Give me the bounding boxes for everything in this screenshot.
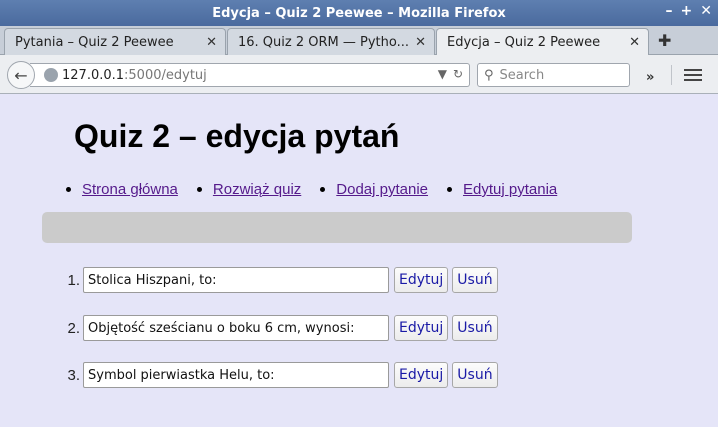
question-row: 2. Edytuj Usuń bbox=[62, 315, 498, 341]
close-tab-icon[interactable]: ✕ bbox=[415, 35, 426, 50]
minimize-icon[interactable]: – bbox=[666, 3, 673, 19]
back-arrow-icon: ← bbox=[14, 65, 28, 85]
delete-button[interactable]: Usuń bbox=[452, 315, 498, 341]
tab-label: Pytania – Quiz 2 Peewee bbox=[15, 34, 174, 50]
question-row: 1. Edytuj Usuń bbox=[62, 267, 498, 293]
nav-link-add-question[interactable]: Dodaj pytanie bbox=[336, 181, 428, 198]
question-number: 1. bbox=[67, 271, 80, 289]
page-title: Quiz 2 – edycja pytań bbox=[74, 118, 400, 154]
tab-label: Edycja – Quiz 2 Peewee bbox=[447, 35, 601, 50]
nav-link-edit-questions[interactable]: Edytuj pytania bbox=[463, 181, 557, 198]
delete-button[interactable]: Usuń bbox=[452, 267, 498, 293]
flash-message-area bbox=[42, 212, 632, 243]
overflow-chevron-icon[interactable]: » bbox=[646, 70, 654, 85]
window-title: Edycja – Quiz 2 Peewee – Mozilla Firefox bbox=[212, 5, 506, 21]
tab-orm-docs[interactable]: 16. Quiz 2 ORM — Pytho... ✕ bbox=[227, 28, 435, 55]
maximize-icon[interactable]: + bbox=[681, 3, 693, 19]
tab-pytania[interactable]: Pytania – Quiz 2 Peewee ✕ bbox=[4, 28, 226, 55]
bullet-icon bbox=[320, 187, 326, 192]
close-tab-icon[interactable]: ✕ bbox=[206, 35, 217, 50]
edit-button[interactable]: Edytuj bbox=[394, 362, 449, 388]
close-window-icon[interactable]: ✕ bbox=[700, 3, 712, 19]
edit-button[interactable]: Edytuj bbox=[394, 315, 449, 341]
nav-link-home[interactable]: Strona główna bbox=[82, 181, 178, 198]
bullet-icon bbox=[196, 187, 202, 192]
new-tab-icon[interactable]: ✚ bbox=[658, 31, 671, 50]
question-text-input[interactable] bbox=[83, 315, 389, 341]
globe-icon bbox=[44, 68, 58, 82]
url-host: 127.0.0.1 bbox=[62, 67, 125, 83]
search-bar[interactable]: ⚲ Search bbox=[477, 63, 630, 87]
delete-button[interactable]: Usuń bbox=[452, 362, 498, 388]
tab-edycja[interactable]: Edycja – Quiz 2 Peewee ✕ bbox=[436, 28, 649, 56]
back-button[interactable]: ← bbox=[7, 61, 35, 89]
question-row: 3. Edytuj Usuń bbox=[62, 362, 498, 388]
question-text-input[interactable] bbox=[83, 362, 389, 388]
question-number: 2. bbox=[67, 319, 80, 337]
question-number: 3. bbox=[67, 366, 80, 384]
window-titlebar: Edycja – Quiz 2 Peewee – Mozilla Firefox… bbox=[0, 0, 718, 26]
tab-strip: Pytania – Quiz 2 Peewee ✕ 16. Quiz 2 ORM… bbox=[0, 26, 718, 56]
edit-button[interactable]: Edytuj bbox=[394, 267, 449, 293]
bullet-icon bbox=[447, 187, 453, 192]
url-bar[interactable]: 127.0.0.1:5000/edytuj ▼ ↻ bbox=[30, 63, 470, 87]
menu-icon[interactable] bbox=[684, 69, 702, 84]
dropdown-arrow-icon[interactable]: ▼ bbox=[438, 67, 447, 81]
nav-link-quiz[interactable]: Rozwiąż quiz bbox=[213, 181, 301, 198]
tab-label: 16. Quiz 2 ORM — Pytho... bbox=[238, 34, 409, 50]
reload-icon[interactable]: ↻ bbox=[453, 67, 463, 81]
bullet-icon bbox=[66, 187, 71, 192]
search-input[interactable]: Search bbox=[500, 68, 545, 83]
search-icon: ⚲ bbox=[484, 67, 494, 83]
toolbar-separator bbox=[671, 65, 672, 85]
close-tab-icon[interactable]: ✕ bbox=[629, 35, 640, 50]
site-nav: Strona główna Rozwiąż quiz Dodaj pytanie… bbox=[66, 181, 576, 198]
question-text-input[interactable] bbox=[83, 267, 389, 293]
url-path: :5000/edytuj bbox=[124, 67, 207, 83]
navigation-toolbar: 127.0.0.1:5000/edytuj ▼ ↻ ← ⚲ Search » bbox=[0, 55, 718, 94]
